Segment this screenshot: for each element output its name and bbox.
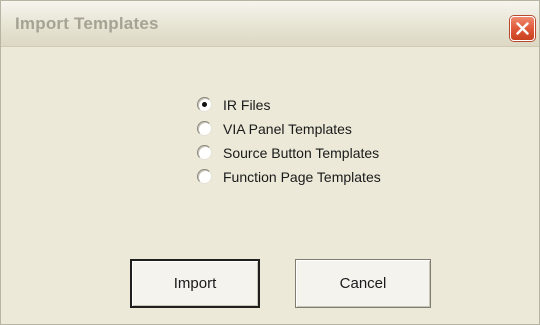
radio-selected-dot (202, 102, 207, 107)
option-label: Source Button Templates (223, 145, 380, 161)
option-function-page-templates[interactable]: Function Page Templates (197, 166, 437, 190)
option-source-button-templates[interactable]: Source Button Templates (197, 142, 437, 166)
close-icon (516, 22, 529, 35)
radio-button-ir-files[interactable] (197, 97, 212, 112)
template-type-options: IR Files VIA Panel Templates Source Butt… (197, 94, 437, 190)
option-ir-files[interactable]: IR Files (197, 94, 437, 118)
option-label: IR Files (223, 97, 271, 113)
close-button[interactable] (510, 16, 535, 41)
title-bar[interactable]: Import Templates (1, 1, 539, 47)
option-label: VIA Panel Templates (223, 121, 352, 137)
radio-button-source-button-templates[interactable] (197, 145, 212, 160)
cancel-button[interactable]: Cancel (295, 259, 431, 308)
window-title: Import Templates (15, 14, 159, 33)
radio-button-via-panel-templates[interactable] (197, 121, 212, 136)
option-via-panel-templates[interactable]: VIA Panel Templates (197, 118, 437, 142)
import-button[interactable]: Import (130, 259, 260, 308)
option-label: Function Page Templates (223, 169, 381, 185)
radio-button-function-page-templates[interactable] (197, 169, 212, 184)
import-templates-dialog: Import Templates IR Files VIA Panel Temp… (0, 0, 540, 325)
